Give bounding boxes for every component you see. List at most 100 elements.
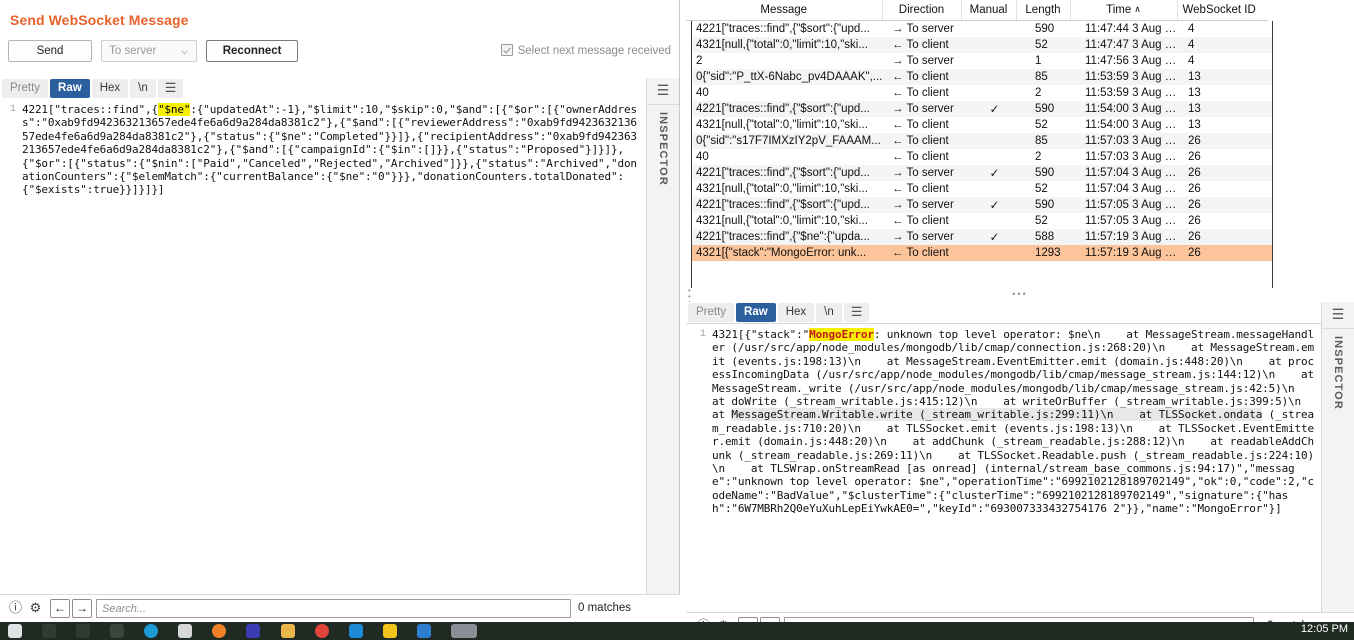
firefox-icon[interactable] (212, 624, 227, 638)
right-inspector-rail[interactable]: ☰ INSPECTOR (1321, 302, 1354, 612)
right-tab-raw[interactable]: Raw (736, 303, 776, 322)
direction-select[interactable]: To server (101, 40, 198, 62)
right-message-viewer[interactable]: 1 4321[{"stack":"MongoError: unknown top… (686, 324, 1321, 612)
gear-icon[interactable]: ⚙ (26, 599, 45, 618)
tab-newline[interactable]: \n (130, 79, 156, 98)
app-icon[interactable] (416, 624, 431, 638)
right-inspector-collapse-icon[interactable]: ☰ (1322, 306, 1354, 323)
table-row[interactable]: 4321[null,{"total":0,"limit":10,"ski... ←… (692, 37, 1272, 53)
edge-icon[interactable] (144, 624, 159, 638)
help-icon[interactable]: ⓘ (6, 599, 25, 618)
message-post: :{"updatedAt":-1},"$limit":10,"$skip":0,… (22, 103, 637, 197)
table-row[interactable]: 2 → To server 1 11:47:56 3 Aug 2021 4 (692, 53, 1272, 69)
search-icon[interactable] (42, 624, 57, 638)
vscode-icon[interactable] (246, 624, 261, 638)
col-header-length[interactable]: Length (1016, 0, 1071, 21)
telegram-icon[interactable] (348, 624, 363, 638)
table-row[interactable]: 0{"sid":"P_ttX-6Nabc_pv4DAAAK",... ← To c… (692, 69, 1272, 85)
select-next-message-checkbox[interactable]: Select next message received (500, 40, 671, 62)
cell-length: 52 (1035, 119, 1048, 131)
table-row[interactable]: 4321[null,{"total":0,"limit":10,"ski... ←… (692, 181, 1272, 197)
right-message-content[interactable]: 4321[{"stack":"MongoError: unknown top l… (712, 328, 1315, 516)
left-message-editor[interactable]: 1 4221["traces::find",{"$ne":{"updatedAt… (0, 99, 646, 594)
cell-manual (967, 213, 1022, 229)
cell-direction: → To server (892, 167, 954, 179)
messages-table-body-frame[interactable]: 4221["traces::find",{"$sort":{"upd... → T… (691, 21, 1273, 291)
store-icon[interactable] (178, 624, 193, 638)
table-row[interactable]: 4221["traces::find",{"$sort":{"upd... → T… (692, 21, 1272, 37)
cell-time: 11:53:59 3 Aug 2021 (1085, 71, 1183, 83)
table-row[interactable]: 4321[null,{"total":0,"limit":10,"ski... ←… (692, 213, 1272, 229)
match-count: 0 matches (578, 602, 632, 614)
cell-length: 588 (1035, 231, 1055, 243)
cell-manual: ✓ (989, 104, 1000, 116)
cell-websocket-id: 26 (1188, 135, 1201, 147)
cell-length: 1 (1035, 55, 1042, 67)
right-rail-divider (1322, 328, 1354, 329)
cell-length: 590 (1035, 23, 1055, 35)
cell-message: 4321[null,{"total":0,"limit":10,"ski... (696, 119, 868, 131)
col-header-websocket-id[interactable]: WebSocket ID (1177, 0, 1268, 21)
cortana-icon[interactable] (76, 624, 91, 638)
right-tab-pretty[interactable]: Pretty (688, 303, 735, 322)
right-tab-newline[interactable]: \n (816, 303, 842, 322)
inspector-collapse-icon[interactable]: ☰ (647, 82, 679, 99)
cell-message: 4321[null,{"total":0,"limit":10,"ski... (696, 183, 868, 195)
table-row[interactable]: 0{"sid":"s17F7IMXzIY2pV_FAAAM... ← To cli… (692, 133, 1272, 149)
cell-time: 11:47:44 3 Aug 2021 (1085, 23, 1183, 35)
tab-hex[interactable]: Hex (91, 79, 129, 98)
find-next-button[interactable]: → (72, 599, 92, 618)
cell-websocket-id: 4 (1188, 55, 1195, 67)
notes-icon[interactable] (382, 624, 397, 638)
right-tab-hex[interactable]: Hex (777, 303, 815, 322)
send-button[interactable]: Send (8, 40, 92, 62)
table-row[interactable]: 40 ← To client 2 11:53:59 3 Aug 2021 13 (692, 85, 1272, 101)
table-row[interactable]: 4221["traces::find",{"$sort":{"upd... → T… (692, 101, 1272, 117)
inspector-label[interactable]: INSPECTOR (657, 112, 669, 186)
right-inspector-label[interactable]: INSPECTOR (1332, 336, 1344, 410)
response-pre: 4321[{"stack":" (712, 328, 810, 341)
checkbox-box[interactable] (500, 44, 513, 56)
tab-pretty[interactable]: Pretty (2, 79, 49, 98)
table-row[interactable]: 4221["traces::find",{"$sort":{"upd... → T… (692, 165, 1272, 181)
task-view-icon[interactable] (110, 624, 125, 638)
cell-length: 2 (1035, 87, 1042, 99)
taskbar-clock[interactable]: 12:05 PM (1301, 623, 1348, 635)
table-row[interactable]: 4221["traces::find",{"$ne":{"upda... → To… (692, 229, 1272, 245)
cell-length: 590 (1035, 199, 1055, 211)
line-number-gutter: 1 (9, 103, 16, 115)
websocket-history-pane: Message Direction Manual Length Time ∧ We… (686, 0, 1354, 291)
cell-time: 11:54:00 3 Aug 2021 (1085, 119, 1183, 131)
tab-raw[interactable]: Raw (50, 79, 90, 98)
search-input[interactable]: Search... (96, 599, 571, 618)
burp-window-icon[interactable] (450, 624, 477, 638)
cell-manual: ✓ (989, 168, 1000, 180)
col-header-message[interactable]: Message (686, 0, 883, 21)
cell-message: 0{"sid":"s17F7IMXzIY2pV_FAAAM... (696, 135, 881, 147)
opera-icon[interactable] (314, 624, 329, 638)
horizontal-splitter[interactable]: ••• (686, 288, 1354, 300)
left-options-menu-icon[interactable]: ☰ (157, 79, 184, 98)
find-prev-button[interactable]: ← (50, 599, 70, 618)
response-body-2: (_stream_readable.js:710:20)\n at TLSSoc… (712, 408, 1314, 516)
file-explorer-icon[interactable] (280, 624, 295, 638)
start-icon[interactable] (8, 624, 22, 638)
table-row[interactable]: 40 ← To client 2 11:57:03 3 Aug 2021 26 (692, 149, 1272, 165)
cell-direction: → To server (892, 199, 954, 211)
cell-direction: ← To client (892, 39, 949, 51)
left-message-content[interactable]: 4221["traces::find",{"$ne":{"updatedAt":… (22, 103, 642, 197)
col-header-manual[interactable]: Manual (961, 0, 1017, 21)
left-find-bar: ⓘ ⚙ ← → Search... 0 matches (0, 594, 680, 622)
col-header-time[interactable]: Time ∧ (1070, 0, 1178, 21)
message-search-highlight: "$ne" (157, 103, 191, 116)
left-inspector-rail[interactable]: ☰ INSPECTOR (646, 78, 679, 594)
table-row[interactable]: 4221["traces::find",{"$sort":{"upd... → T… (692, 197, 1272, 213)
table-row[interactable]: 4321[null,{"total":0,"limit":10,"ski... ←… (692, 117, 1272, 133)
col-header-direction[interactable]: Direction (882, 0, 962, 21)
reconnect-button[interactable]: Reconnect (206, 40, 299, 62)
right-options-menu-icon[interactable]: ☰ (843, 303, 870, 322)
table-row[interactable]: 4321[{"stack":"MongoError: unk... ← To cl… (692, 245, 1272, 261)
cell-time: 11:57:03 3 Aug 2021 (1085, 151, 1183, 163)
cell-length: 1293 (1035, 247, 1061, 259)
cell-websocket-id: 26 (1188, 231, 1201, 243)
